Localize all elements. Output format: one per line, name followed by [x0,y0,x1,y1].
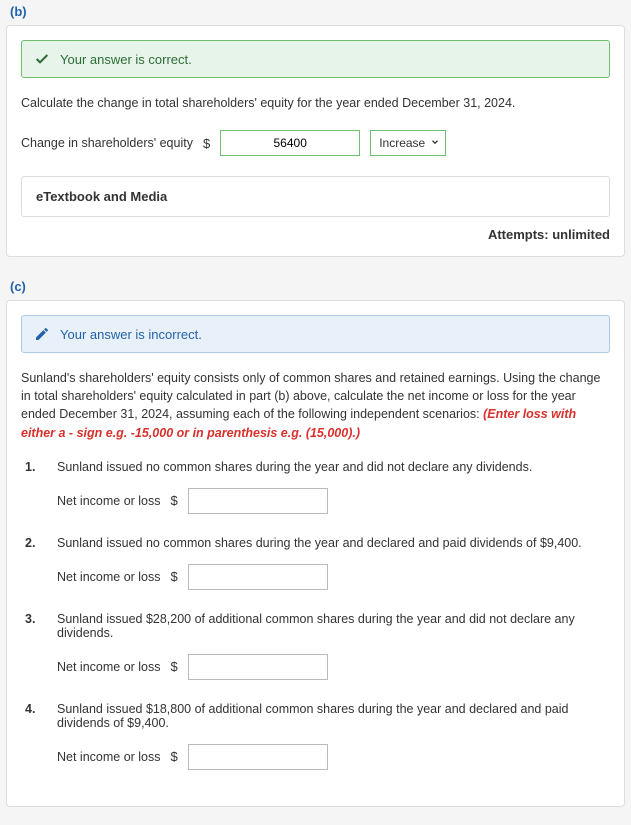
chevron-down-icon [430,136,440,150]
check-icon [34,51,50,67]
part-b-label: (b) [0,0,631,23]
scenario-text: Sunland issued $18,800 of additional com… [57,702,610,730]
currency-symbol: $ [203,136,210,151]
list-item: 4. Sunland issued $18,800 of additional … [25,702,610,770]
part-b-instruction: Calculate the change in total shareholde… [21,94,610,112]
net-income-input-2[interactable] [188,564,328,590]
part-b-panel: Your answer is correct. Calculate the ch… [6,25,625,257]
list-item: 3. Sunland issued $28,200 of additional … [25,612,610,680]
net-income-label: Net income or loss [57,570,161,584]
scenario-text: Sunland issued $28,200 of additional com… [57,612,610,640]
equity-change-label: Change in shareholders' equity [21,136,193,150]
scenario-number: 4. [25,702,41,770]
net-income-input-4[interactable] [188,744,328,770]
scenario-number: 1. [25,460,41,514]
correct-alert: Your answer is correct. [21,40,610,78]
incorrect-text: Your answer is incorrect. [60,327,202,342]
direction-select[interactable]: Increase [370,130,446,156]
scenario-text: Sunland issued no common shares during t… [57,536,610,550]
currency-symbol: $ [171,749,178,764]
equity-change-input[interactable] [220,130,360,156]
etextbook-button[interactable]: eTextbook and Media [21,176,610,217]
scenario-number: 3. [25,612,41,680]
attempts-text: Attempts: unlimited [21,227,610,242]
incorrect-alert: Your answer is incorrect. [21,315,610,353]
net-income-input-1[interactable] [188,488,328,514]
part-c-instruction: Sunland's shareholders' equity consists … [21,369,610,442]
correct-text: Your answer is correct. [60,52,192,67]
scenario-number: 2. [25,536,41,590]
currency-symbol: $ [171,569,178,584]
currency-symbol: $ [171,659,178,674]
list-item: 2. Sunland issued no common shares durin… [25,536,610,590]
part-c-panel: Your answer is incorrect. Sunland's shar… [6,300,625,807]
scenario-list: 1. Sunland issued no common shares durin… [21,460,610,770]
net-income-label: Net income or loss [57,660,161,674]
currency-symbol: $ [171,493,178,508]
direction-value: Increase [379,136,425,150]
scenario-text: Sunland issued no common shares during t… [57,460,610,474]
equity-change-row: Change in shareholders' equity $ Increas… [21,130,610,156]
net-income-label: Net income or loss [57,494,161,508]
list-item: 1. Sunland issued no common shares durin… [25,460,610,514]
part-c-label: (c) [0,275,631,298]
net-income-input-3[interactable] [188,654,328,680]
pencil-icon [34,326,50,342]
